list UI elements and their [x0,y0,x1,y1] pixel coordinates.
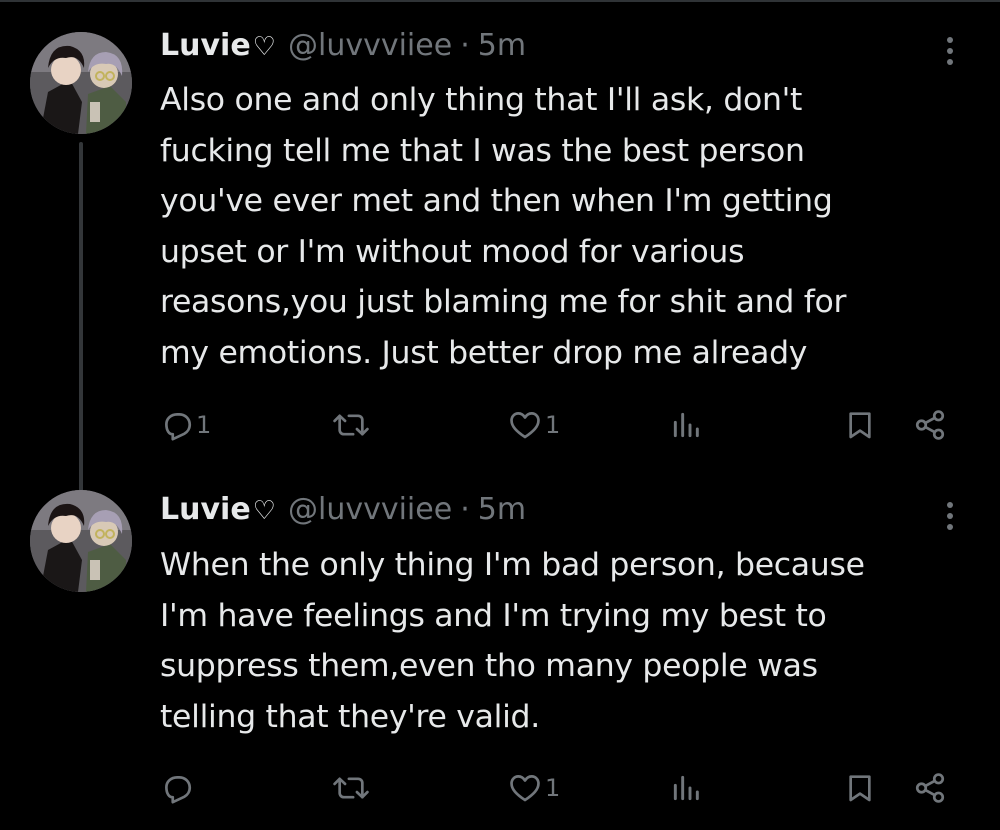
avatar[interactable] [30,32,132,134]
share-icon [912,408,948,442]
retweet-button[interactable] [332,768,372,808]
tweet-text: Also one and only thing that I'll ask, d… [160,82,847,371]
reply-button[interactable] [160,768,196,808]
user-handle[interactable]: @luvvviiee [288,28,452,63]
user-handle[interactable]: @luvvviiee [288,492,452,527]
share-button[interactable] [912,768,948,808]
tweet-actions: 1 1 [0,405,1000,445]
reply-button[interactable]: 1 [160,405,211,445]
views-icon [670,408,702,442]
display-name[interactable]: Luvie [160,28,251,63]
retweet-button[interactable] [332,405,372,445]
avatar[interactable] [30,490,132,592]
bookmark-button[interactable] [844,405,876,445]
name-heart: ♡ [252,496,276,526]
tweet-2[interactable]: Luvie ♡ @luvvviiee · 5m When the only th… [0,490,1000,830]
tweet-actions: 1 [0,768,1000,808]
display-name[interactable]: Luvie [160,492,251,527]
retweet-icon [332,771,370,805]
reply-icon [160,771,194,805]
views-button[interactable] [670,405,704,445]
tweet-text: When the only thing I'm bad person, beca… [160,547,865,735]
like-count: 1 [545,774,561,802]
share-button[interactable] [912,405,948,445]
more-options-icon[interactable] [938,496,962,536]
separator: · [460,492,470,527]
retweet-icon [332,408,370,442]
timestamp[interactable]: 5m [478,28,526,63]
like-button[interactable]: 1 [507,405,560,445]
heart-icon [507,771,543,805]
bookmark-icon [844,408,876,442]
name-heart: ♡ [252,32,276,62]
separator: · [460,28,470,63]
reply-count: 1 [196,411,212,439]
views-icon [670,771,702,805]
bookmark-button[interactable] [844,768,876,808]
views-button[interactable] [670,768,704,808]
share-icon [912,771,948,805]
bookmark-icon [844,771,876,805]
reply-icon [160,408,194,442]
heart-icon [507,408,543,442]
more-options-icon[interactable] [938,31,962,71]
tweet-header: Luvie ♡ @luvvviiee · 5m [160,492,526,532]
tweet-1[interactable]: Luvie ♡ @luvvviiee · 5m Also one and onl… [0,0,1000,492]
like-button[interactable]: 1 [507,768,560,808]
tweet-header: Luvie ♡ @luvvviiee · 5m [160,28,526,68]
like-count: 1 [545,411,561,439]
timestamp[interactable]: 5m [478,492,526,527]
